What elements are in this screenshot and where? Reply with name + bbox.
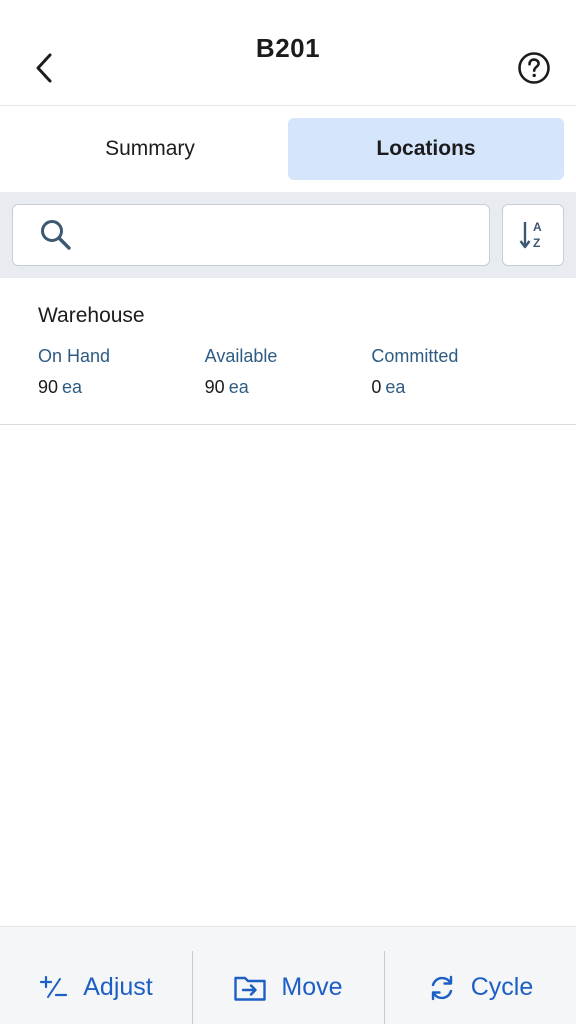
available-stat: Available 90 ea — [205, 346, 372, 398]
tab-summary[interactable]: Summary — [12, 118, 288, 180]
sort-az-icon: A Z — [519, 220, 542, 250]
location-list-item[interactable]: Warehouse On Hand 90 ea Available 90 ea Co… — [0, 278, 576, 425]
chevron-left-icon — [36, 53, 52, 83]
page-title: B201 — [255, 33, 321, 63]
cycle-label: Cycle — [470, 973, 534, 1001]
adjust-button[interactable]: Adjust — [0, 927, 192, 1024]
svg-text:A: A — [533, 220, 542, 234]
on-hand-value: 90 ea — [38, 377, 205, 398]
committed-value: 0 ea — [371, 377, 538, 398]
tab-bar: Summary Locations — [0, 106, 576, 192]
back-button[interactable] — [26, 48, 62, 88]
search-bar: A Z — [0, 192, 576, 278]
help-circle-icon — [518, 52, 550, 84]
committed-number: 0 — [371, 377, 382, 397]
search-field[interactable] — [12, 204, 490, 266]
search-input[interactable] — [87, 205, 489, 265]
help-button[interactable] — [516, 50, 552, 86]
on-hand-number: 90 — [38, 377, 59, 397]
adjust-label: Adjust — [83, 973, 153, 1001]
available-number: 90 — [204, 377, 225, 397]
committed-stat: Committed 0 ea — [371, 346, 538, 398]
tab-locations[interactable]: Locations — [288, 118, 564, 180]
on-hand-unit: ea — [62, 377, 83, 397]
cycle-refresh-icon — [431, 975, 452, 1000]
move-label: Move — [281, 973, 343, 1001]
location-name: Warehouse — [38, 304, 145, 327]
available-label: Available — [204, 346, 278, 366]
move-button[interactable]: Move — [192, 927, 384, 1024]
available-unit: ea — [228, 377, 249, 397]
location-stats: On Hand 90 ea Available 90 ea Committed 0e… — [38, 346, 538, 398]
search-icon — [41, 220, 71, 250]
sort-button[interactable]: A Z — [502, 204, 564, 266]
plus-minus-icon — [40, 975, 68, 998]
available-value: 90 ea — [205, 377, 372, 398]
item-detail-screen: B201 Summary Locations A Z Warehouse On … — [0, 0, 576, 1024]
committed-unit: ea — [385, 377, 406, 397]
cycle-button[interactable]: Cycle — [384, 927, 576, 1024]
bottom-toolbar: Adjust Move Cycle — [0, 926, 576, 1024]
folder-move-icon — [234, 976, 267, 1001]
on-hand-label: On Hand — [38, 346, 111, 366]
app-header: B201 — [0, 0, 576, 106]
svg-text:Z: Z — [533, 236, 540, 250]
committed-label: Committed — [371, 346, 459, 366]
on-hand-stat: On Hand 90 ea — [38, 346, 205, 398]
